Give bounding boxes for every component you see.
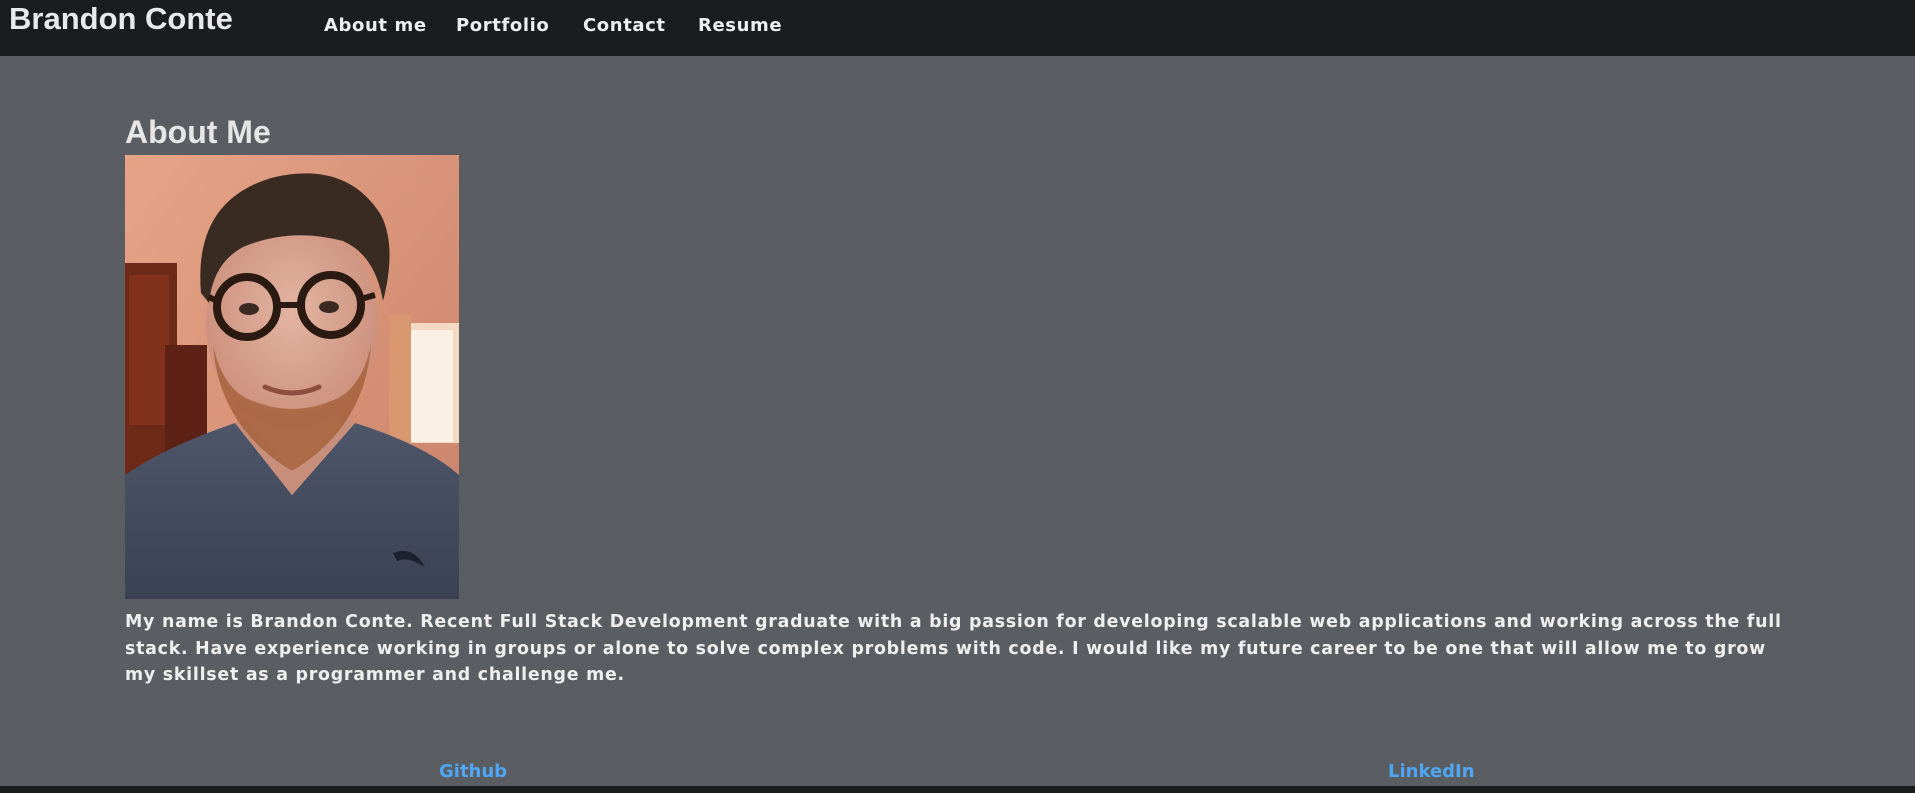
footer-bar [0,786,1915,793]
profile-photo [125,155,459,599]
nav-link-contact[interactable]: Contact [583,14,666,38]
bio-paragraph: My name is Brandon Conte. Recent Full St… [125,612,1782,685]
nav-link-resume[interactable]: Resume [698,14,782,38]
about-section: About Me My name is Brandon Conte. Recen… [125,108,1795,689]
page-title: About Me [125,114,271,150]
github-link[interactable]: Github [439,760,507,784]
linkedin-link[interactable]: LinkedIn [1388,760,1475,784]
nav-link-about-me[interactable]: About me [324,14,427,38]
top-navbar: Brandon Conte About me Portfolio Contact… [0,0,1915,56]
nav-link-portfolio[interactable]: Portfolio [456,14,549,38]
site-brand[interactable]: Brandon Conte [9,0,233,38]
